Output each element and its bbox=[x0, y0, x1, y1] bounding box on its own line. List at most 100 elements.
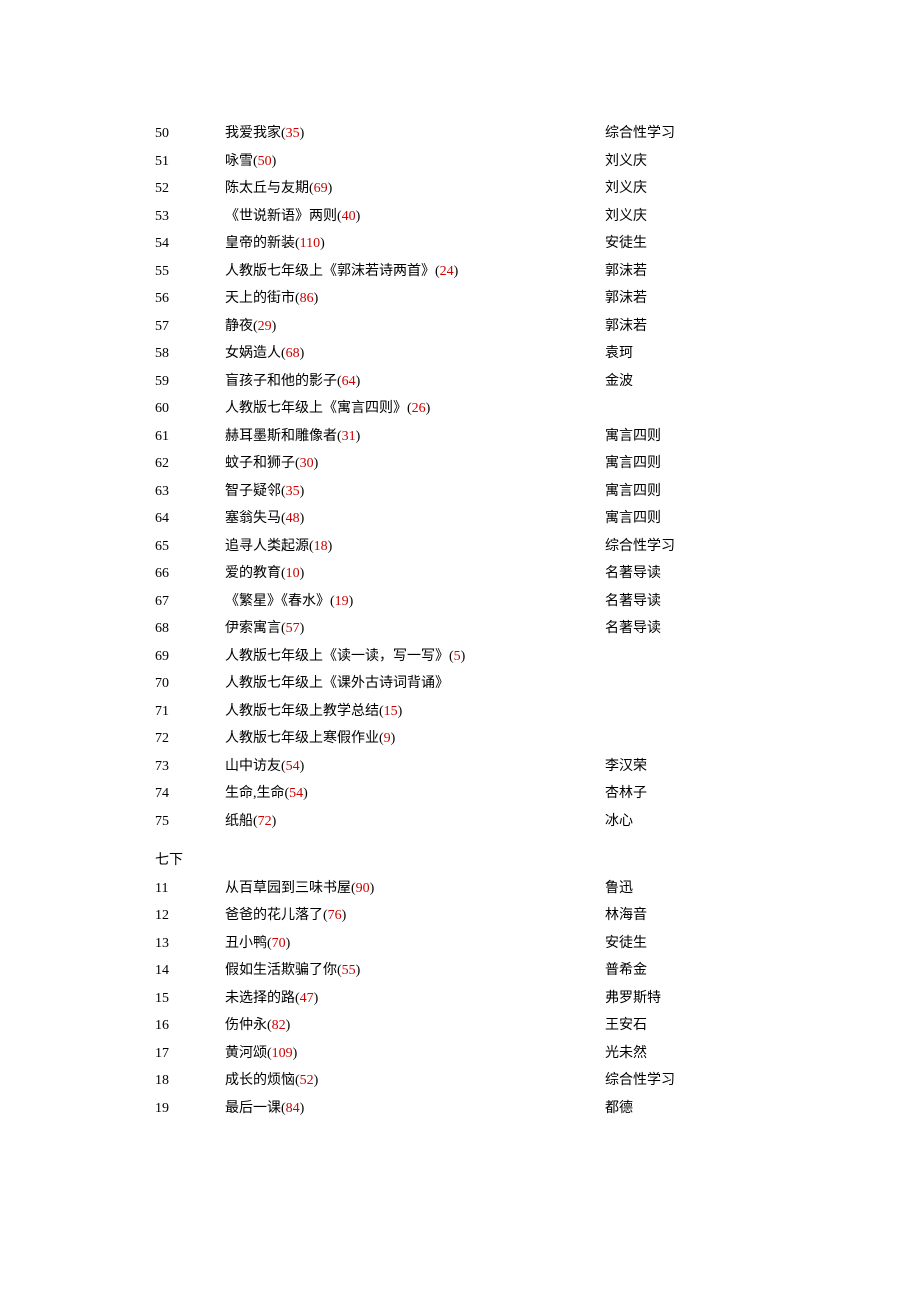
lesson-author: 刘义庆 bbox=[605, 203, 765, 231]
title-suffix: ) bbox=[300, 511, 305, 526]
lesson-count: 50 bbox=[258, 154, 272, 169]
lesson-count: 72 bbox=[258, 814, 272, 829]
lesson-author: 寓言四则 bbox=[605, 478, 765, 506]
table-row: 52陈太丘与友期(69)刘义庆 bbox=[155, 175, 765, 203]
title-suffix: ) bbox=[328, 181, 333, 196]
table-row: 11从百草园到三味书屋(90)鲁迅 bbox=[155, 875, 765, 903]
title-suffix: ) bbox=[300, 621, 305, 636]
lesson-title: 追寻人类起源(18) bbox=[225, 533, 605, 561]
title-text: 伤仲永( bbox=[225, 1018, 272, 1033]
lesson-author: 都德 bbox=[605, 1095, 765, 1123]
table-row: 51咏雪(50)刘义庆 bbox=[155, 148, 765, 176]
lesson-title: 人教版七年级上《课外古诗词背诵》 bbox=[225, 670, 605, 698]
title-suffix: ) bbox=[356, 209, 361, 224]
title-suffix: ) bbox=[293, 1046, 298, 1061]
lesson-number: 61 bbox=[155, 423, 225, 451]
lesson-title: 伊索寓言(57) bbox=[225, 615, 605, 643]
lesson-title: 咏雪(50) bbox=[225, 148, 605, 176]
title-suffix: ) bbox=[426, 401, 431, 416]
lesson-title: 未选择的路(47) bbox=[225, 985, 605, 1013]
lesson-title: 人教版七年级上《读一读，写一写》(5) bbox=[225, 643, 605, 671]
lesson-title: 静夜(29) bbox=[225, 313, 605, 341]
title-text: 人教版七年级上《读一读，写一写》( bbox=[225, 649, 454, 664]
title-suffix: ) bbox=[391, 731, 396, 746]
table-row: 19最后一课(84)都德 bbox=[155, 1095, 765, 1123]
title-suffix: ) bbox=[328, 539, 333, 554]
lesson-count: 35 bbox=[286, 484, 300, 499]
title-suffix: ) bbox=[349, 594, 354, 609]
title-suffix: ) bbox=[342, 908, 347, 923]
lesson-number: 16 bbox=[155, 1012, 225, 1040]
lesson-author: 杏林子 bbox=[605, 780, 765, 808]
table-row: 54皇帝的新装(110)安徒生 bbox=[155, 230, 765, 258]
lesson-author: 综合性学习 bbox=[605, 533, 765, 561]
lesson-number: 54 bbox=[155, 230, 225, 258]
lesson-author: 李汉荣 bbox=[605, 753, 765, 781]
title-text: 黄河颂( bbox=[225, 1046, 272, 1061]
lesson-count: 30 bbox=[300, 456, 314, 471]
lesson-count: 69 bbox=[314, 181, 328, 196]
title-text: 生命,生命( bbox=[225, 786, 289, 801]
lesson-author: 冰心 bbox=[605, 808, 765, 836]
lesson-number: 73 bbox=[155, 753, 225, 781]
lesson-count: 68 bbox=[286, 346, 300, 361]
lesson-number: 57 bbox=[155, 313, 225, 341]
table-row: 65追寻人类起源(18)综合性学习 bbox=[155, 533, 765, 561]
lesson-count: 54 bbox=[289, 786, 303, 801]
lesson-count: 9 bbox=[384, 731, 391, 746]
title-suffix: ) bbox=[454, 264, 459, 279]
title-text: 伊索寓言( bbox=[225, 621, 286, 636]
lesson-title: 成长的烦恼(52) bbox=[225, 1067, 605, 1095]
lesson-count: 90 bbox=[356, 881, 370, 896]
lesson-number: 71 bbox=[155, 698, 225, 726]
title-text: 丑小鸭( bbox=[225, 936, 272, 951]
title-text: 人教版七年级上教学总结( bbox=[225, 704, 384, 719]
title-suffix: ) bbox=[286, 1018, 291, 1033]
table-row: 15未选择的路(47)弗罗斯特 bbox=[155, 985, 765, 1013]
table-row: 12爸爸的花儿落了(76)林海音 bbox=[155, 902, 765, 930]
lesson-number: 12 bbox=[155, 902, 225, 930]
title-text: 人教版七年级上寒假作业( bbox=[225, 731, 384, 746]
lesson-count: 76 bbox=[328, 908, 342, 923]
title-text: 最后一课( bbox=[225, 1101, 286, 1116]
lesson-count: 82 bbox=[272, 1018, 286, 1033]
table-row: 14假如生活欺骗了你(55)普希金 bbox=[155, 957, 765, 985]
title-suffix: ) bbox=[314, 991, 319, 1006]
lesson-author: 寓言四则 bbox=[605, 505, 765, 533]
lesson-author: 名著导读 bbox=[605, 588, 765, 616]
table-row: 74生命,生命(54)杏林子 bbox=[155, 780, 765, 808]
lesson-number: 53 bbox=[155, 203, 225, 231]
title-suffix: ) bbox=[300, 346, 305, 361]
lesson-title: 最后一课(84) bbox=[225, 1095, 605, 1123]
table-row: 16伤仲永(82)王安石 bbox=[155, 1012, 765, 1040]
title-suffix: ) bbox=[314, 1073, 319, 1088]
table-row: 57静夜(29)郭沫若 bbox=[155, 313, 765, 341]
lesson-title: 陈太丘与友期(69) bbox=[225, 175, 605, 203]
lesson-title: 从百草园到三味书屋(90) bbox=[225, 875, 605, 903]
lesson-count: 31 bbox=[342, 429, 356, 444]
lesson-count: 70 bbox=[272, 936, 286, 951]
lesson-count: 19 bbox=[335, 594, 349, 609]
lesson-title: 人教版七年级上《寓言四则》(26) bbox=[225, 395, 605, 423]
title-text: 追寻人类起源( bbox=[225, 539, 314, 554]
title-suffix: ) bbox=[272, 814, 277, 829]
title-text: 天上的街市( bbox=[225, 291, 300, 306]
table-row: 50我爱我家(35)综合性学习 bbox=[155, 120, 765, 148]
lesson-number: 55 bbox=[155, 258, 225, 286]
table-row: 70人教版七年级上《课外古诗词背诵》 bbox=[155, 670, 765, 698]
lesson-number: 62 bbox=[155, 450, 225, 478]
table-row: 53《世说新语》两则(40)刘义庆 bbox=[155, 203, 765, 231]
table-row: 60人教版七年级上《寓言四则》(26) bbox=[155, 395, 765, 423]
lesson-number: 19 bbox=[155, 1095, 225, 1123]
title-text: 《繁星》《春水》( bbox=[225, 594, 335, 609]
lesson-count: 40 bbox=[342, 209, 356, 224]
title-suffix: ) bbox=[320, 236, 325, 251]
title-text: 女娲造人( bbox=[225, 346, 286, 361]
lesson-count: 55 bbox=[342, 963, 356, 978]
lesson-title: 人教版七年级上寒假作业(9) bbox=[225, 725, 605, 753]
lesson-count: 47 bbox=[300, 991, 314, 1006]
title-text: 从百草园到三味书屋( bbox=[225, 881, 356, 896]
lesson-count: 57 bbox=[286, 621, 300, 636]
table-row: 72人教版七年级上寒假作业(9) bbox=[155, 725, 765, 753]
lesson-title: 爱的教育(10) bbox=[225, 560, 605, 588]
